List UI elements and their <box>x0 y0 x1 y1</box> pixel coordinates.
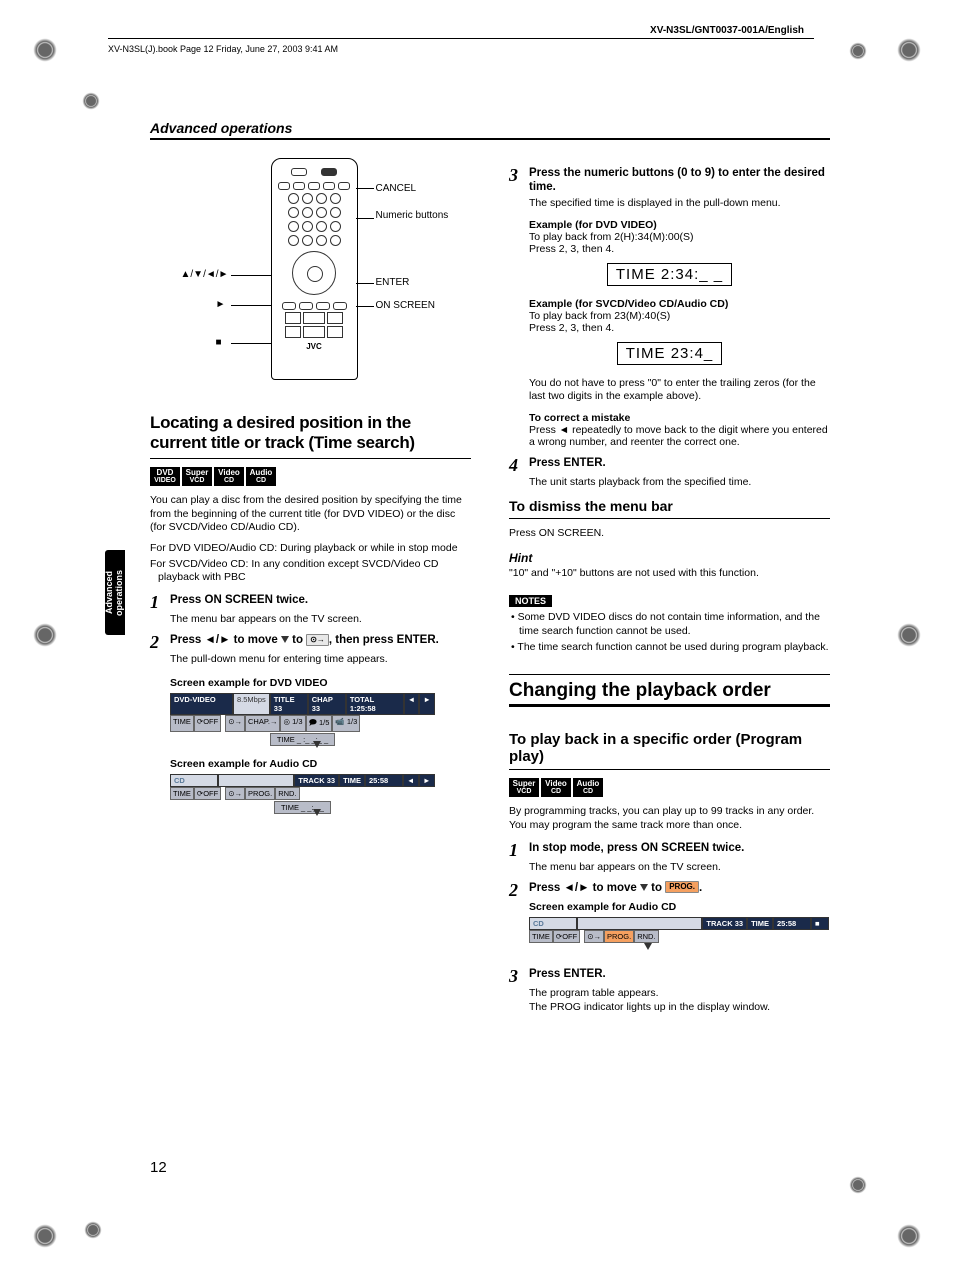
program-badges: SuperVCD VideoCD AudioCD <box>509 778 830 797</box>
note-2: • The time search function cannot be use… <box>509 641 830 655</box>
trailing-zero-note: You do not have to press "0" to enter th… <box>529 377 830 404</box>
crop-mark-icon <box>30 620 60 650</box>
dismiss-body: Press ON SCREEN. <box>509 527 830 541</box>
step-number: 1 <box>509 841 523 859</box>
intro-text: You can play a disc from the desired pos… <box>150 494 471 535</box>
program-play-heading: To play back in a specific order (Progra… <box>509 731 830 765</box>
crop-mark-icon <box>894 1221 924 1251</box>
header-book-info: XV-N3SL(J).book Page 12 Friday, June 27,… <box>108 38 814 54</box>
example-dvd-l1: To play back from 2(H):34(M):00(S) <box>529 231 830 243</box>
example-dvd-title: Example (for DVD VIDEO) <box>529 219 830 231</box>
crop-mark-icon <box>847 1174 869 1196</box>
remote-diagram: JVC CANCEL Numeric buttons ▲/▼/◄/► ► ■ E… <box>171 158 451 383</box>
pstep2-sub: Screen example for Audio CD <box>529 901 830 913</box>
time-display-cd: TIME 23:4_ <box>617 342 723 365</box>
menubar-cd: CD TRACK 33 TIME 25:58 ◄ ► TIME ⟳OFF ⊙→ … <box>170 774 435 814</box>
step2-text: Press ◄/► to move to ⊙→, then press ENTE… <box>170 633 471 647</box>
callout-arrows: ▲/▼/◄/► <box>181 269 229 280</box>
condition-svcd: For SVCD/Video CD: In any condition exce… <box>150 558 471 585</box>
program-intro: By programming tracks, you can play up t… <box>509 805 830 832</box>
step-number: 3 <box>509 166 523 184</box>
step4-text: Press ENTER. <box>529 456 830 470</box>
crop-mark-icon <box>82 1219 104 1241</box>
time-search-heading: Locating a desired position in the curre… <box>150 413 471 452</box>
step4-sub: The unit starts playback from the specif… <box>529 476 830 488</box>
crop-mark-icon <box>894 620 924 650</box>
step1-sub: The menu bar appears on the TV screen. <box>170 613 471 625</box>
step3-text: Press the numeric buttons (0 to 9) to en… <box>529 166 830 195</box>
pstep2-text: Press ◄/► to move to PROG.. <box>529 881 830 895</box>
dismiss-title: To dismiss the menu bar <box>509 498 830 514</box>
crop-mark-icon <box>80 90 102 112</box>
condition-dvd: For DVD VIDEO/Audio CD: During playback … <box>150 542 471 556</box>
example-cd-title: Example (for SVCD/Video CD/Audio CD) <box>529 298 830 310</box>
step2-sub: The pull-down menu for entering time app… <box>170 653 471 665</box>
step-number: 3 <box>509 967 523 985</box>
callout-onscreen: ON SCREEN <box>376 300 435 311</box>
pstep1-sub: The menu bar appears on the TV screen. <box>529 861 830 873</box>
crop-mark-icon <box>30 35 60 65</box>
disc-badges: DVDVIDEO SuperVCD VideoCD AudioCD <box>150 467 471 486</box>
time-display-dvd: TIME 2:34:_ _ <box>607 263 732 286</box>
remote-brand: JVC <box>272 342 357 351</box>
clock-goto-icon: ⊙→ <box>306 634 329 646</box>
example-cd-l1: To play back from 23(M):40(S) <box>529 310 830 322</box>
cursor-icon <box>640 884 648 891</box>
hint-title: Hint <box>509 551 830 565</box>
step3-sub: The specified time is displayed in the p… <box>529 197 830 209</box>
example-cd-l2: Press 2, 3, then 4. <box>529 322 830 334</box>
cursor-icon <box>313 809 321 816</box>
pstep1-text: In stop mode, press ON SCREEN twice. <box>529 841 830 855</box>
example-dvd-l2: Press 2, 3, then 4. <box>529 243 830 255</box>
step-number: 1 <box>150 593 164 611</box>
cursor-icon <box>313 741 321 748</box>
callout-cancel: CANCEL <box>376 183 417 194</box>
pstep3-sub1: The program table appears. <box>529 987 830 999</box>
correct-mistake-body: Press ◄ repeatedly to move back to the d… <box>529 424 830 448</box>
step-number: 2 <box>150 633 164 651</box>
section-title: Advanced operations <box>150 120 830 140</box>
prog-icon: PROG. <box>665 881 699 893</box>
page-number: 12 <box>150 1159 167 1176</box>
cursor-icon <box>644 943 652 950</box>
pstep3-text: Press ENTER. <box>529 967 830 981</box>
crop-mark-icon <box>30 1221 60 1251</box>
side-tab: Advanced operations <box>105 550 125 635</box>
menubar-prog: CD TRACK 33 TIME 25:58 ■ TIME ⟳OFF ⊙→ PR… <box>529 917 829 953</box>
hint-body: "10" and "+10" buttons are not used with… <box>509 567 830 581</box>
changing-order-heading: Changing the playback order <box>509 674 830 707</box>
callout-play: ► <box>216 299 226 310</box>
step-number: 2 <box>509 881 523 899</box>
pstep3-sub2: The PROG indicator lights up in the disp… <box>529 1001 830 1013</box>
step-number: 4 <box>509 456 523 474</box>
note-1: • Some DVD VIDEO discs do not contain ti… <box>509 611 830 638</box>
correct-mistake-title: To correct a mistake <box>529 412 830 424</box>
crop-mark-icon <box>894 35 924 65</box>
menubar-dvd: DVD-VIDEO 8.5Mbps TITLE 33 CHAP 33 TOTAL… <box>170 693 435 746</box>
notes-label: NOTES <box>509 595 552 607</box>
step1-text: Press ON SCREEN twice. <box>170 593 471 607</box>
cursor-icon <box>281 636 289 643</box>
example-cd-label: Screen example for Audio CD <box>170 758 471 770</box>
crop-mark-icon <box>847 40 869 62</box>
callout-enter: ENTER <box>376 277 410 288</box>
example-dvd-label: Screen example for DVD VIDEO <box>170 677 471 689</box>
callout-stop: ■ <box>216 337 222 348</box>
header-model: XV-N3SL/GNT0037-001A/English <box>650 25 804 36</box>
callout-numeric: Numeric buttons <box>376 210 426 221</box>
